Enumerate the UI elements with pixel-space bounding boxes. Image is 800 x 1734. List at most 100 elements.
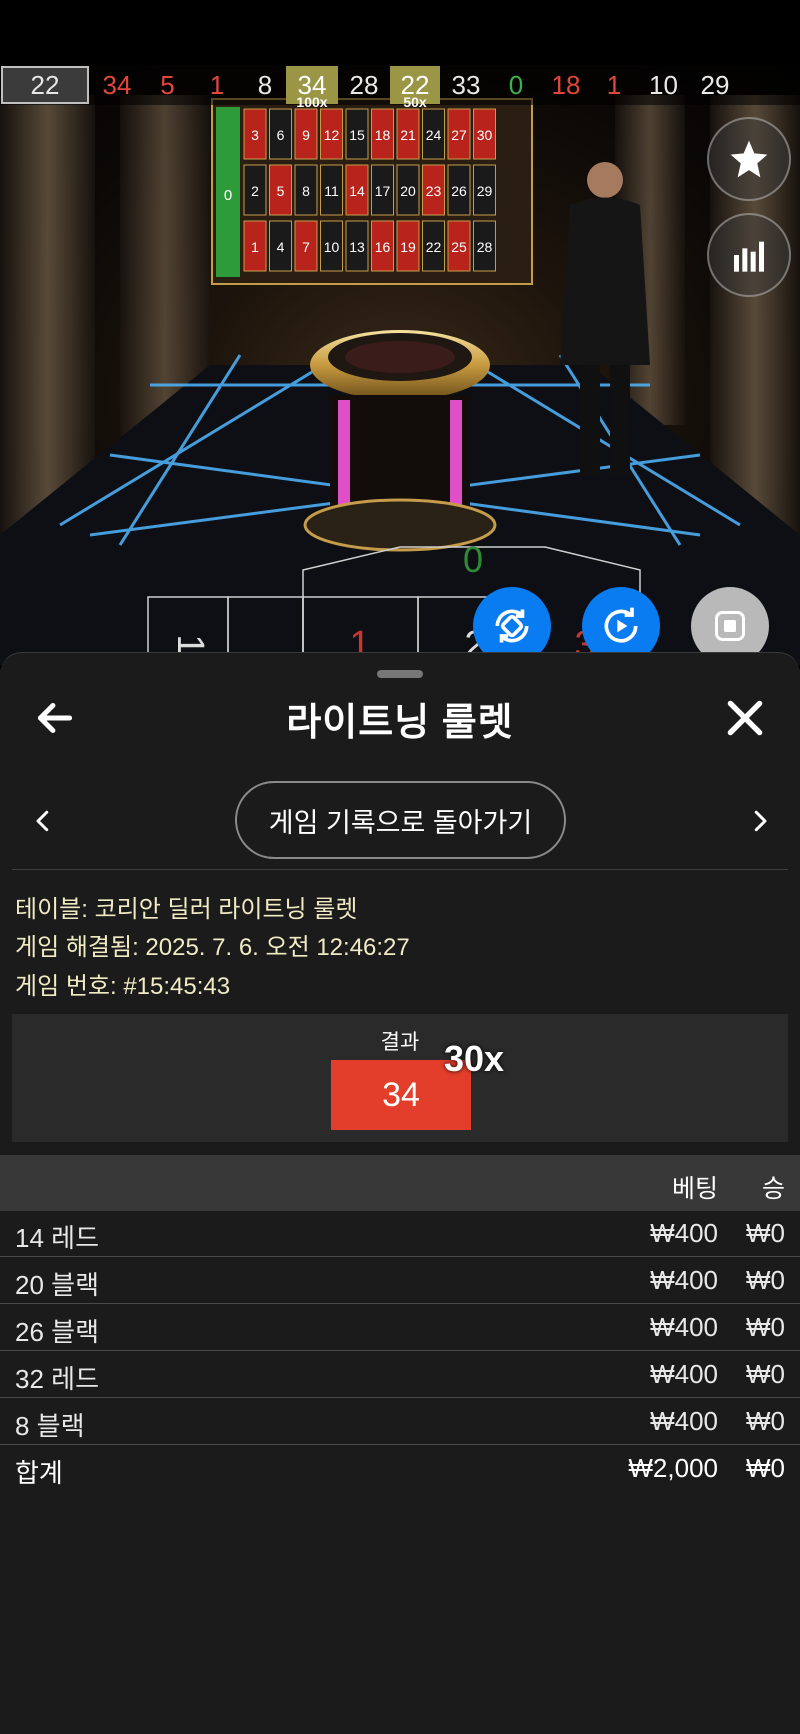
board-number: 13 <box>349 239 365 255</box>
total-win: ₩0 <box>746 1453 785 1483</box>
table-info: 테이블: 코리안 딜러 라이트닝 룰렛 <box>15 896 358 923</box>
return-to-history-button[interactable]: 게임 기록으로 돌아가기 <box>235 781 566 859</box>
history-result: 34 100x <box>286 66 338 110</box>
bet-row: 20 블랙 ₩400 ₩0 <box>0 1258 800 1304</box>
sheet-title: 라이트닝 룰렛 <box>286 702 514 744</box>
win-amount: ₩0 <box>746 1265 785 1295</box>
board-number: 9 <box>302 127 310 143</box>
history-multiplier: 100x <box>296 94 328 110</box>
bet-name: 26 블랙 <box>15 1317 99 1347</box>
history-value: 29 <box>700 69 730 100</box>
bet-amount: ₩400 <box>650 1265 718 1295</box>
win-amount: ₩0 <box>746 1359 785 1389</box>
history-value: 28 <box>349 69 379 100</box>
total-label: 합계 <box>15 1458 63 1488</box>
studio-scene: 0 3 6 9 12 15 18 21 24 27 302 5 8 11 14 17 20 23 26 291 4 7 1… <box>0 95 800 665</box>
history-result: 34 <box>89 66 145 104</box>
bet-name: 8 블랙 <box>15 1411 85 1441</box>
history-value: 22 <box>30 69 60 100</box>
board-number: 7 <box>302 239 310 255</box>
bet-row: 14 레드 ₩400 ₩0 <box>0 1211 800 1257</box>
history-result: 5 <box>145 66 190 104</box>
board-number: 4 <box>277 239 285 255</box>
column-bet: 베팅 <box>671 1175 718 1203</box>
result-panel: 결과 34 30x <box>12 1014 788 1142</box>
bet-row: 32 레드 ₩400 ₩0 <box>0 1352 800 1398</box>
bet-amount: ₩400 <box>650 1312 718 1342</box>
history-result: 22 50x <box>390 66 440 110</box>
close-button[interactable] <box>720 693 770 743</box>
board-number: 2 <box>251 183 259 199</box>
board-number: 12 <box>324 127 340 143</box>
bet-name: 32 레드 <box>15 1364 99 1394</box>
previous-game-button[interactable] <box>28 803 58 839</box>
bar-chart-icon <box>734 241 764 272</box>
board-number: 1 <box>251 239 259 255</box>
next-game-button[interactable] <box>745 803 775 839</box>
bets-table-header: 베팅 승 <box>0 1155 800 1211</box>
board-number: 17 <box>375 183 391 199</box>
board-number: 21 <box>400 127 416 143</box>
history-result: 0 <box>492 66 540 104</box>
board-number: 15 <box>349 127 365 143</box>
history-value: 33 <box>451 69 481 100</box>
history-result: 1 <box>592 66 636 104</box>
history-result: 18 <box>540 66 592 104</box>
board-number: 30 <box>477 127 493 143</box>
result-history-strip: 22 34 5 1 8 34 100x 28 22 50x 33 0 18 1 10 29 <box>0 65 800 110</box>
sheet-drag-handle[interactable] <box>377 670 423 678</box>
close-icon <box>727 700 763 736</box>
board-number: 18 <box>375 127 391 143</box>
history-value: 1 <box>209 69 225 100</box>
board-number: 28 <box>477 239 493 255</box>
board-number: 22 <box>426 239 442 255</box>
game-number-info: 게임 번호: #15:45:43 <box>15 973 231 1000</box>
board-number: 10 <box>324 239 340 255</box>
board-number: 5 <box>277 183 285 199</box>
rotate-icon <box>495 609 529 643</box>
board-number: 6 <box>277 127 285 143</box>
board-number: 25 <box>451 239 467 255</box>
column-win: 승 <box>761 1175 785 1203</box>
result-label: 결과 <box>380 1031 420 1054</box>
board-number: 19 <box>400 239 416 255</box>
board-number: 8 <box>302 183 310 199</box>
history-result: 33 <box>440 66 492 104</box>
bet-name: 20 블랙 <box>15 1270 99 1300</box>
result-multiplier: 30x <box>444 1038 505 1079</box>
history-result: 22 <box>1 66 89 104</box>
board-zero: 0 <box>224 187 232 204</box>
board-number: 11 <box>324 183 339 199</box>
history-value: 10 <box>649 69 678 100</box>
app-screen: 0 3 6 9 12 15 18 21 24 27 30 2 5 8 11 14 17 20 23 26 29 1 4 7 1… <box>0 0 800 1734</box>
board-number: 27 <box>451 127 467 143</box>
history-value: 8 <box>257 69 273 100</box>
total-row: 합계 ₩2,000 ₩0 <box>0 1446 800 1492</box>
replay-icon <box>604 607 638 643</box>
board-number: 14 <box>349 183 365 199</box>
history-navigation: 게임 기록으로 돌아가기 <box>0 781 800 861</box>
history-result: 8 <box>244 66 286 104</box>
bet-row: 26 블랙 ₩400 ₩0 <box>0 1305 800 1351</box>
scene-table-zero: 0 <box>463 539 483 580</box>
game-resolved-info: 게임 해결됨: 2025. 7. 6. 오전 12:46:27 <box>15 934 410 961</box>
win-amount: ₩0 <box>746 1218 785 1248</box>
history-value: 18 <box>551 69 581 100</box>
history-value: 5 <box>160 69 175 100</box>
divider <box>12 869 788 870</box>
history-result: 1 <box>190 66 244 104</box>
bet-row: 8 블랙 ₩400 ₩0 <box>0 1399 800 1445</box>
board-number: 26 <box>451 183 467 199</box>
win-amount: ₩0 <box>746 1312 785 1342</box>
board-number: 24 <box>426 127 442 143</box>
stop-icon <box>715 611 745 641</box>
board-number: 29 <box>477 183 493 199</box>
statistics-button[interactable] <box>707 213 791 297</box>
history-result: 10 <box>636 66 691 104</box>
game-detail-sheet: 라이트닝 룰렛 게임 기록으로 돌아가기 테이블: 코리안 딜러 라이트닝 룰렛… <box>0 652 800 1734</box>
favorite-button[interactable] <box>707 117 791 201</box>
total-bet: ₩2,000 <box>628 1453 718 1483</box>
board-number: 16 <box>375 239 391 255</box>
star-icon <box>730 140 768 178</box>
bet-amount: ₩400 <box>650 1218 718 1248</box>
